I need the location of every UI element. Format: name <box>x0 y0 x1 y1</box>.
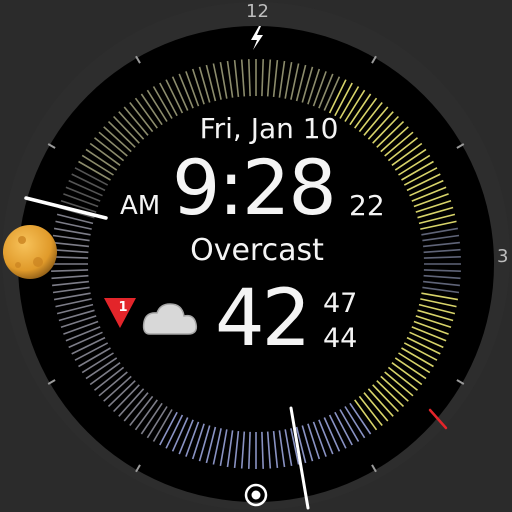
bezel-label-12: 12 <box>246 1 269 22</box>
am-pm-label: AM <box>120 191 161 221</box>
weather-condition[interactable]: Overcast <box>0 236 512 266</box>
high-temperature: 47 <box>323 288 358 319</box>
date-label[interactable]: Fri, Jan 10 <box>0 115 512 143</box>
alert-count: 1 <box>118 300 128 315</box>
low-temperature: 44 <box>323 323 358 354</box>
current-temperature[interactable]: 42 <box>215 280 311 358</box>
seconds-label: 22 <box>349 189 385 222</box>
watch-face: 12 3 Fri, Jan 10 AM 9:28 22 Overcast 1 4… <box>0 0 512 512</box>
time-display[interactable]: 9:28 <box>172 150 337 226</box>
